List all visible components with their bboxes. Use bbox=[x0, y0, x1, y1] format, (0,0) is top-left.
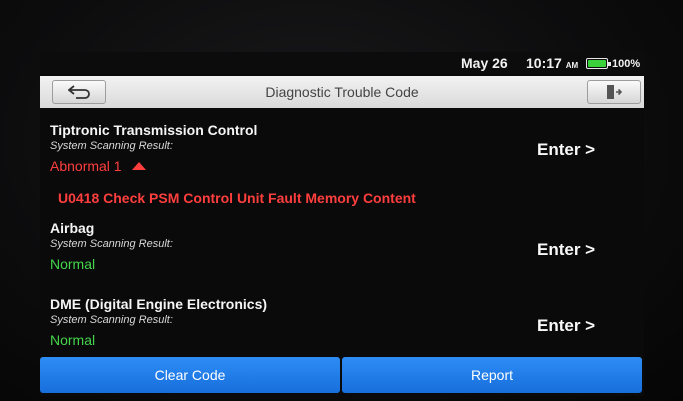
status-date: May 26 bbox=[461, 55, 508, 71]
clear-code-button[interactable]: Clear Code bbox=[40, 357, 340, 393]
status-ampm: AM bbox=[565, 61, 579, 70]
report-button[interactable]: Report bbox=[342, 357, 642, 393]
fault-code: U0418 Check PSM Control Unit Fault Memor… bbox=[58, 190, 416, 206]
system-entry: DME (Digital Engine Electronics) System … bbox=[50, 296, 267, 348]
system-entry: Airbag System Scanning Result: Normal bbox=[50, 220, 173, 272]
system-name: DME (Digital Engine Electronics) bbox=[50, 296, 268, 312]
battery-icon bbox=[586, 58, 611, 69]
scanner-screen: May 26 10:17 AM 100% Diagnostic Trouble … bbox=[40, 52, 644, 396]
exit-door-icon bbox=[607, 85, 622, 99]
battery-tip bbox=[608, 62, 611, 66]
system-scan-label: System Scanning Result: bbox=[50, 140, 173, 152]
bottom-action-bar: Clear Code Report bbox=[40, 357, 644, 393]
enter-button[interactable]: Enter > bbox=[537, 140, 595, 160]
device-bezel: May 26 10:17 AM 100% Diagnostic Trouble … bbox=[0, 0, 683, 401]
system-entry: Tiptronic Transmission Control System Sc… bbox=[50, 122, 257, 174]
battery-level-fill bbox=[588, 60, 606, 67]
expand-up-icon bbox=[131, 162, 146, 170]
status-time-value: 10:17 bbox=[526, 55, 562, 71]
status-bar: May 26 10:17 AM 100% bbox=[40, 52, 644, 74]
enter-button[interactable]: Enter > bbox=[537, 316, 595, 336]
system-result-text: Abnormal 1 bbox=[50, 158, 122, 174]
page-title: Diagnostic Trouble Code bbox=[265, 84, 419, 100]
system-result[interactable]: Abnormal 1 bbox=[50, 158, 257, 174]
system-result: Normal bbox=[50, 256, 96, 272]
system-result: Normal bbox=[50, 332, 96, 348]
title-bar: Diagnostic Trouble Code bbox=[40, 76, 644, 108]
status-time: 10:17 AM bbox=[526, 55, 578, 71]
exit-button[interactable] bbox=[587, 80, 641, 104]
system-name: Tiptronic Transmission Control bbox=[50, 122, 258, 138]
system-scan-label: System Scanning Result: bbox=[50, 238, 173, 250]
system-scan-label: System Scanning Result: bbox=[50, 314, 173, 326]
enter-button[interactable]: Enter > bbox=[537, 240, 595, 260]
system-name: Airbag bbox=[50, 220, 95, 236]
battery-percentage: 100% bbox=[612, 58, 641, 70]
